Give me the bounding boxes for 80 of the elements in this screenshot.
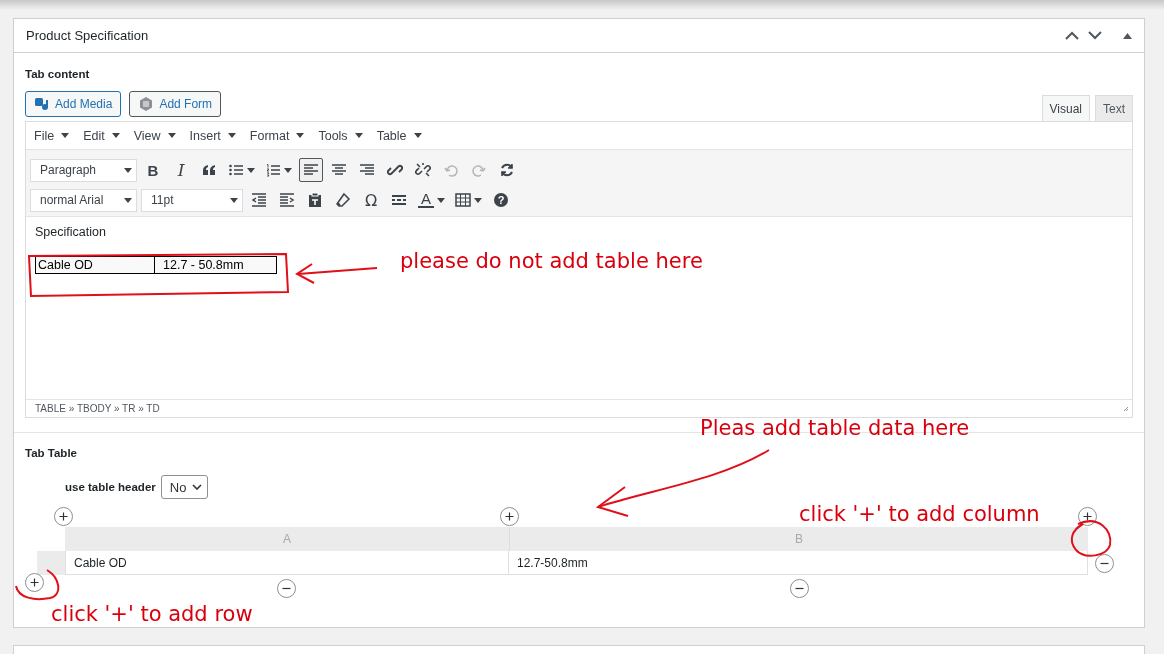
chevron-down-icon[interactable] <box>1088 31 1102 40</box>
annotation-text: click '+' to add column <box>799 502 1040 526</box>
caret-icon <box>296 133 305 138</box>
menu-item[interactable]: Table <box>369 128 429 143</box>
annotation-text: click '+' to add row <box>51 602 253 626</box>
toolbar-button[interactable] <box>299 158 323 182</box>
numbered-list-icon <box>265 162 281 178</box>
format-select[interactable]: Paragraph <box>30 158 137 182</box>
caret-icon <box>413 133 422 138</box>
chevron-up-icon[interactable] <box>1065 31 1079 40</box>
media-icon <box>34 96 50 112</box>
editor-tab[interactable]: Text <box>1095 95 1133 121</box>
redo-icon <box>471 162 487 178</box>
toolbar-button[interactable]: B <box>141 158 165 182</box>
add-column-button[interactable] <box>1078 507 1097 526</box>
caret-icon <box>230 197 238 203</box>
caret-icon <box>124 197 132 203</box>
annotation-text: Pleas add table data here <box>700 416 970 440</box>
format-select[interactable]: normal Arial <box>30 188 137 212</box>
add-column-button[interactable] <box>500 507 519 526</box>
help-button[interactable]: ? <box>489 188 513 212</box>
field-label: Tab content <box>25 68 91 82</box>
table-cell[interactable]: Cable OD <box>65 551 509 575</box>
chevron-down-icon <box>192 484 203 490</box>
circle-mark <box>15 569 60 601</box>
format-select[interactable]: 11pt <box>141 188 243 212</box>
add-row-button[interactable] <box>25 573 44 592</box>
horizontal-rule-icon <box>391 192 407 208</box>
field-label: Tab Table <box>25 447 78 461</box>
caret-icon <box>354 133 363 138</box>
clipboard-icon <box>307 192 323 208</box>
paragraph-text: Specification <box>35 225 107 239</box>
link-icon <box>387 162 403 178</box>
remove-column-button[interactable] <box>277 579 296 598</box>
row-handle[interactable] <box>37 551 65 575</box>
header-select[interactable]: No <box>160 475 208 499</box>
resize-grip-icon[interactable] <box>1123 405 1129 412</box>
menu-item[interactable]: Format <box>242 128 312 143</box>
caret-icon <box>167 133 176 138</box>
toolbar-button[interactable]: I <box>169 158 193 182</box>
caret-icon <box>124 167 132 173</box>
eraser-icon <box>335 192 351 208</box>
form-icon <box>138 96 155 112</box>
circle-mark <box>1070 520 1112 557</box>
menu-item[interactable]: Tools <box>311 128 370 143</box>
align-center-icon <box>331 162 347 178</box>
indent-icon <box>279 192 295 208</box>
unlink-icon <box>415 162 431 178</box>
panel-title: Product Specification <box>26 28 150 43</box>
column-header: A <box>282 531 292 548</box>
menu-item[interactable]: Insert <box>182 128 243 143</box>
add-button[interactable]: Add Form <box>129 91 222 117</box>
outdent-icon <box>251 192 267 208</box>
caret-icon <box>61 133 70 138</box>
add-column-button[interactable] <box>54 507 73 526</box>
menu-item[interactable]: File <box>27 128 77 143</box>
align-left-icon <box>303 162 319 178</box>
editor-tab[interactable]: Visual <box>1041 95 1090 121</box>
table-icon <box>455 192 471 208</box>
text-color-button[interactable]: A <box>415 188 448 212</box>
menu-item[interactable]: View <box>126 128 183 143</box>
caret-icon <box>227 133 236 138</box>
remove-row-button[interactable] <box>1095 554 1114 573</box>
remove-column-button[interactable] <box>790 579 809 598</box>
table-cell[interactable]: 12.7-50.8mm <box>509 551 1088 575</box>
toolbar-button[interactable]: Ω <box>359 188 383 212</box>
bullet-list-icon <box>228 162 244 178</box>
table-cell: 12.7 - 50.8mm <box>154 256 277 274</box>
refresh-icon <box>499 162 515 178</box>
element-path: TABLE » TBODY » TR » TD <box>35 403 160 414</box>
triangle-up-icon[interactable] <box>1123 32 1132 39</box>
undo-icon <box>443 162 459 178</box>
caret-icon <box>111 133 120 138</box>
annotation-text: please do not add table here <box>400 249 703 273</box>
table-cell: Cable OD <box>35 256 155 274</box>
align-right-icon <box>359 162 375 178</box>
option-label: use table header <box>65 481 156 493</box>
quote-icon <box>201 162 217 178</box>
menu-item[interactable]: Edit <box>76 128 127 143</box>
add-button[interactable]: Add Media <box>25 91 122 117</box>
